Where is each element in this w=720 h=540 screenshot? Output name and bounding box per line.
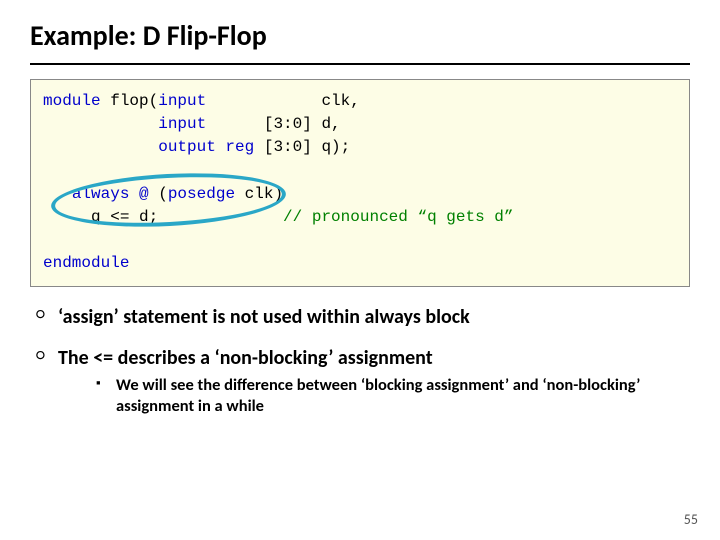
code-blank [43, 231, 53, 249]
code-comment: // pronounced “q gets d” [283, 208, 513, 226]
bullet-text: The <= describes a ‘non-blocking’ assign… [58, 346, 690, 371]
sub-bullet-text: We will see the difference between ‘bloc… [116, 375, 690, 418]
bullet-list: ○ ‘assign’ statement is not used within … [30, 305, 690, 418]
kw-output-reg: output reg [158, 138, 254, 156]
kw-posedge: posedge [168, 185, 235, 203]
bullet-circle-icon: ○ [36, 346, 58, 367]
kw-module: module [43, 92, 101, 110]
code-text: q <= d; [43, 208, 283, 226]
kw-endmodule: endmodule [43, 254, 129, 272]
code-text: [3:0] q); [254, 138, 350, 156]
code-text [43, 115, 158, 133]
bullet-circle-icon: ○ [36, 305, 58, 326]
code-block: module flop(input clk, input [3:0] d, ou… [30, 79, 690, 287]
sub-bullet-item: ▪ We will see the difference between ‘bl… [96, 375, 690, 418]
code-text [43, 185, 72, 203]
slide-title: Example: D Flip-Flop [30, 18, 690, 53]
code-blank [43, 162, 53, 180]
kw-input: input [158, 92, 206, 110]
code-text: [3:0] d, [206, 115, 340, 133]
kw-input: input [158, 115, 206, 133]
bullet-square-icon: ▪ [96, 375, 116, 393]
code-text: clk, [206, 92, 360, 110]
code-text: flop( [101, 92, 159, 110]
bullet-item: ○ ‘assign’ statement is not used within … [36, 305, 690, 330]
code-text: clk) [235, 185, 283, 203]
code-text [43, 138, 158, 156]
page-number: 55 [684, 511, 698, 528]
bullet-text: ‘assign’ statement is not used within al… [58, 305, 470, 330]
code-text: ( [149, 185, 168, 203]
kw-always: always @ [72, 185, 149, 203]
title-underline [30, 63, 690, 65]
bullet-item: ○ The <= describes a ‘non-blocking’ assi… [36, 346, 690, 418]
